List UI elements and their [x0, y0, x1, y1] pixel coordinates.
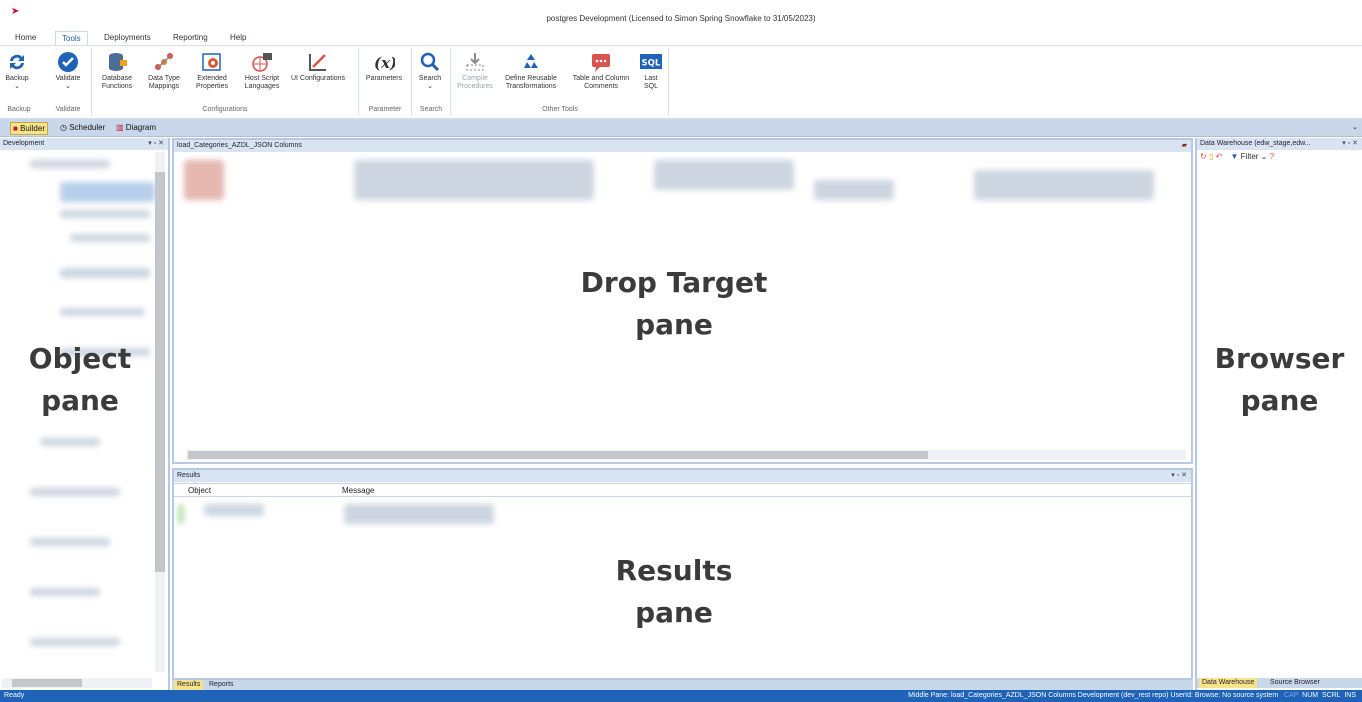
- tab-deployments[interactable]: Deployments: [98, 31, 157, 45]
- tab-reporting[interactable]: Reporting: [167, 31, 214, 45]
- filter-button[interactable]: Filter: [1241, 152, 1259, 161]
- status-details: Middle Pane: load_Categories_AZDL_JSON C…: [908, 692, 1356, 699]
- scrl-indicator: SCRL: [1322, 692, 1341, 699]
- comment-icon: [592, 54, 610, 72]
- title-bar: ➤ postgres Development (Licensed to Simo…: [0, 0, 1362, 30]
- column-object[interactable]: Object: [188, 486, 211, 495]
- group-label-search: Search: [419, 106, 443, 113]
- download-icon: [466, 53, 484, 71]
- cap-indicator: CAP: [1284, 692, 1299, 699]
- network-icon: [155, 53, 173, 70]
- pane-controls[interactable]: ▾ ▫ ✕: [1171, 471, 1187, 479]
- database-functions-button[interactable]: Database Functions: [95, 51, 139, 91]
- results-column-header: Object Message: [174, 483, 1191, 497]
- table-column-comments-button[interactable]: Table and Column Comments: [566, 51, 636, 91]
- results-pane-header: Results ▾ ▫ ✕: [174, 470, 1191, 482]
- group-label-validate: Validate: [55, 106, 81, 113]
- define-reusable-transformations-button[interactable]: Define Reusable Transformations: [498, 51, 564, 91]
- browser-toolbar: ↻ ▯ ↶ ▼ Filter ⌄ ?: [1200, 152, 1275, 161]
- tab-help[interactable]: Help: [224, 31, 252, 45]
- search-button[interactable]: Search ⌄: [415, 51, 445, 91]
- check-circle-icon: [58, 52, 78, 72]
- window-title: postgres Development (Licensed to Simon …: [546, 14, 816, 23]
- pane-controls[interactable]: ▾ ▫ ✕: [148, 139, 164, 147]
- status-bar: Ready Middle Pane: load_Categories_AZDL_…: [0, 690, 1362, 702]
- mode-diagram[interactable]: ▥ Diagram: [114, 122, 158, 133]
- object-pane-label: Object pane: [28, 342, 132, 417]
- search-icon: [420, 52, 440, 72]
- recycle-icon: [524, 54, 538, 68]
- parameters-button[interactable]: (x) Parameters: [362, 51, 406, 83]
- browser-tab-strip: Data Warehouse Source Browser: [1197, 678, 1362, 688]
- tab-home[interactable]: Home: [9, 31, 42, 45]
- scrollbar-thumb[interactable]: [12, 679, 82, 687]
- object-pane-header: Development ▾ ▫ ✕: [0, 138, 168, 150]
- center-area: load_Categories_AZDL_JSON Columns ▰ Drop…: [172, 138, 1193, 690]
- drop-target-pane-label: Drop Target pane: [580, 266, 768, 341]
- globe-script-icon: [252, 53, 272, 72]
- chevron-down-icon[interactable]: ⌄: [1350, 122, 1360, 132]
- diagram-icon: ▥: [116, 123, 124, 132]
- settings-gear-icon: [202, 53, 221, 71]
- filter-icon[interactable]: ▼: [1231, 152, 1239, 161]
- host-script-languages-button[interactable]: Host Script Languages: [238, 51, 286, 91]
- group-label-other-tools: Other Tools: [542, 106, 578, 113]
- last-sql-button[interactable]: SQL Last SQL: [638, 51, 664, 91]
- status-text: Ready: [4, 692, 25, 699]
- compile-procedures-button[interactable]: Compile Procedures: [455, 51, 495, 91]
- num-indicator: NUM: [1302, 692, 1319, 699]
- browser-pane-label: Browser pane: [1214, 342, 1345, 417]
- results-pane-label: Results pane: [615, 554, 733, 629]
- database-icon: [109, 53, 127, 71]
- browser-pane[interactable]: Data Warehouse (edw_stage,edw... ▾ ▫ ✕ ↻…: [1195, 138, 1362, 690]
- svg-text:(x): (x): [374, 54, 395, 72]
- tab-results[interactable]: Results: [174, 680, 204, 690]
- extended-properties-button[interactable]: Extended Properties: [188, 51, 236, 91]
- column-message[interactable]: Message: [342, 486, 374, 495]
- ui-config-icon: [309, 54, 326, 71]
- mode-scheduler[interactable]: ◷ Scheduler: [58, 122, 107, 133]
- clock-icon: ◷: [60, 123, 67, 132]
- sql-icon: SQL: [640, 54, 662, 69]
- mode-builder[interactable]: ■ Builder: [10, 122, 48, 135]
- drop-target-pane[interactable]: load_Categories_AZDL_JSON Columns ▰ Drop…: [172, 138, 1193, 464]
- undo-icon[interactable]: ↶: [1216, 152, 1223, 161]
- refresh-icon: [10, 54, 24, 70]
- ins-indicator: INS: [1344, 692, 1356, 699]
- tab-tools[interactable]: Tools: [55, 31, 88, 45]
- browser-pane-header: Data Warehouse (edw_stage,edw... ▾ ▫ ✕: [1197, 138, 1362, 150]
- tab-reports[interactable]: Reports: [206, 680, 237, 690]
- ribbon-tabs: Home Tools Deployments Reporting Help: [0, 31, 1362, 45]
- backup-button[interactable]: Backup ⌄: [2, 51, 32, 91]
- mode-bar: ■ Builder ◷ Scheduler ▥ Diagram ⌄: [0, 119, 1362, 137]
- pane-controls[interactable]: ▾ ▫ ✕: [1342, 139, 1358, 147]
- refresh-icon[interactable]: ↻: [1200, 152, 1207, 161]
- tab-data-warehouse[interactable]: Data Warehouse: [1199, 678, 1258, 688]
- builder-icon: ■: [13, 124, 18, 133]
- drop-pane-header: load_Categories_AZDL_JSON Columns ▰: [174, 140, 1191, 152]
- ribbon: Backup ⌄ Validate ⌄ Database Functions Dat…: [0, 45, 1362, 119]
- help-icon[interactable]: ?: [1270, 152, 1274, 161]
- pin-icon[interactable]: ▰: [1182, 141, 1187, 149]
- group-label-parameter: Parameter: [368, 106, 402, 113]
- folder-icon[interactable]: ▯: [1209, 152, 1213, 161]
- results-pane[interactable]: Results ▾ ▫ ✕ Object Message Results pan…: [172, 468, 1193, 680]
- function-x-icon: (x): [374, 54, 395, 72]
- validate-button[interactable]: Validate ⌄: [52, 51, 84, 91]
- results-tab-strip: Results Reports: [172, 680, 1193, 690]
- group-label-configurations: Configurations: [202, 106, 248, 113]
- tab-source-browser[interactable]: Source Browser: [1267, 678, 1323, 688]
- svg-text:SQL: SQL: [642, 59, 661, 69]
- ui-configurations-button[interactable]: UI Configurations: [288, 51, 348, 83]
- scrollbar-thumb[interactable]: [188, 451, 928, 459]
- group-label-backup: Backup: [7, 106, 31, 113]
- object-pane[interactable]: Development ▾ ▫ ✕ Object pane: [0, 138, 170, 690]
- data-type-mappings-button[interactable]: Data Type Mappings: [142, 51, 186, 91]
